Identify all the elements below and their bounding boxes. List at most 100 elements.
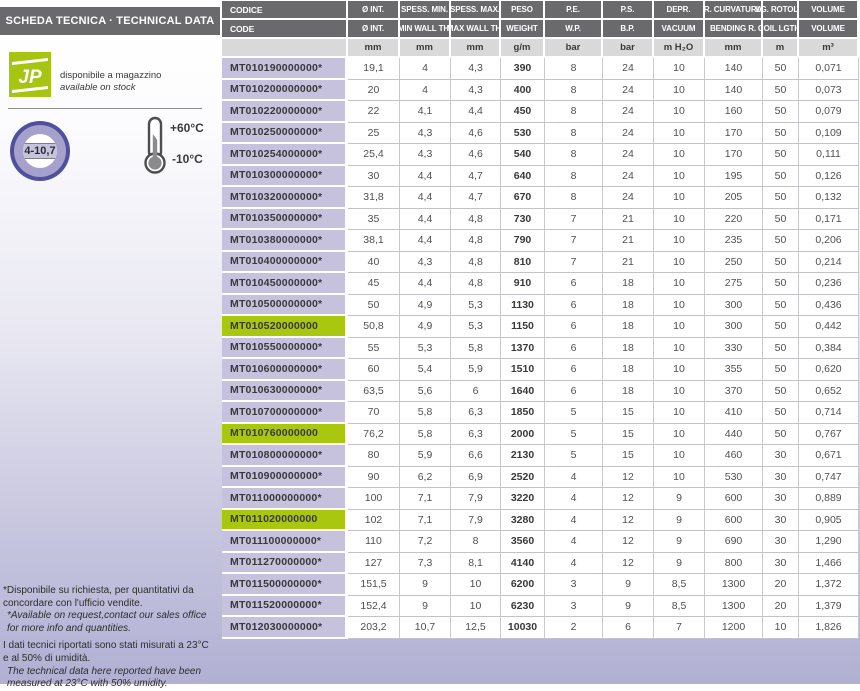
- value-cell: 9: [400, 574, 451, 596]
- value-cell: 30: [763, 510, 799, 532]
- value-cell: 6: [451, 381, 501, 403]
- value-cell: 0,126: [799, 166, 859, 188]
- column-header-en: W.P.: [545, 20, 603, 39]
- value-cell: 50: [763, 58, 799, 80]
- value-cell: 63,5: [348, 381, 400, 403]
- value-cell: 3220: [501, 488, 545, 510]
- value-cell: 30: [763, 445, 799, 467]
- value-cell: 170: [705, 144, 763, 166]
- value-cell: 390: [501, 58, 545, 80]
- code-cell: MT010400000000*: [222, 252, 348, 274]
- value-cell: 2520: [501, 467, 545, 489]
- column-unit: m³: [799, 39, 859, 58]
- value-cell: 0,073: [799, 80, 859, 102]
- value-cell: 9: [654, 531, 705, 553]
- column-header-it: LG. ROTOLO: [763, 1, 799, 20]
- value-cell: 25: [348, 123, 400, 145]
- value-cell: 12: [603, 531, 654, 553]
- table-row: MT011100000000*1107,2835604129690301,290: [222, 531, 860, 553]
- value-cell: 5: [545, 424, 603, 446]
- column-header-it: SPESS. MIN.: [400, 1, 451, 20]
- value-cell: 1,826: [799, 617, 859, 639]
- value-cell: 8: [545, 101, 603, 123]
- value-cell: 9: [654, 488, 705, 510]
- value-cell: 15: [603, 424, 654, 446]
- value-cell: 21: [603, 252, 654, 274]
- value-cell: 5,9: [451, 359, 501, 381]
- value-cell: 38,1: [348, 230, 400, 252]
- code-cell: MT010500000000*: [222, 295, 348, 317]
- value-cell: 4,9: [400, 316, 451, 338]
- value-cell: 18: [603, 316, 654, 338]
- value-cell: 440: [705, 424, 763, 446]
- value-cell: 24: [603, 144, 654, 166]
- value-cell: 8,5: [654, 574, 705, 596]
- table-row: MT010300000000*304,44,764082410195500,12…: [222, 166, 860, 188]
- table-units-row: mmmmmmg/mbarbarm H₂Ommmm³: [222, 39, 860, 58]
- stock-note-en: available on stock: [60, 82, 161, 94]
- value-cell: 1,372: [799, 574, 859, 596]
- value-cell: 8: [451, 531, 501, 553]
- value-cell: 0,171: [799, 209, 859, 231]
- value-cell: 50: [763, 230, 799, 252]
- value-cell: 4,6: [451, 123, 501, 145]
- value-cell: 25,4: [348, 144, 400, 166]
- stock-note: disponibile a magazzino available on sto…: [60, 56, 161, 93]
- value-cell: 12,5: [451, 617, 501, 639]
- value-cell: 24: [603, 101, 654, 123]
- value-cell: 170: [705, 123, 763, 145]
- value-cell: 8: [545, 187, 603, 209]
- table-body: MT010190000000*19,144,339082410140500,07…: [222, 58, 860, 639]
- value-cell: 6: [545, 338, 603, 360]
- divider-line: [8, 108, 202, 109]
- value-cell: 40: [348, 252, 400, 274]
- value-cell: 4,4: [451, 101, 501, 123]
- table-row: MT010250000000*254,34,653082410170500,10…: [222, 123, 860, 145]
- column-unit: [222, 39, 348, 58]
- value-cell: 600: [705, 488, 763, 510]
- value-cell: 15: [603, 402, 654, 424]
- thermometer-icon: [143, 116, 169, 179]
- value-cell: 1150: [501, 316, 545, 338]
- table-row: MT010700000000*705,86,3185051510410500,7…: [222, 402, 860, 424]
- value-cell: 6: [545, 273, 603, 295]
- code-cell: MT011020000000: [222, 510, 348, 532]
- value-cell: 55: [348, 338, 400, 360]
- value-cell: 6,3: [451, 402, 501, 424]
- value-cell: 0,671: [799, 445, 859, 467]
- column-header-it: P.E.: [545, 1, 603, 20]
- value-cell: 50: [763, 316, 799, 338]
- value-cell: 4,7: [451, 166, 501, 188]
- value-cell: 1850: [501, 402, 545, 424]
- value-cell: 0,206: [799, 230, 859, 252]
- value-cell: 35: [348, 209, 400, 231]
- value-cell: 9: [400, 596, 451, 618]
- value-cell: 8: [545, 166, 603, 188]
- value-cell: 2130: [501, 445, 545, 467]
- value-cell: 8: [545, 123, 603, 145]
- value-cell: 30: [763, 488, 799, 510]
- table-row: MT010190000000*19,144,339082410140500,07…: [222, 58, 860, 80]
- value-cell: 45: [348, 273, 400, 295]
- code-cell: MT010380000000*: [222, 230, 348, 252]
- svg-text:JP: JP: [18, 67, 42, 88]
- value-cell: 1,466: [799, 553, 859, 575]
- value-cell: 530: [705, 467, 763, 489]
- value-cell: 5: [545, 445, 603, 467]
- value-cell: 0,079: [799, 101, 859, 123]
- code-cell: MT010520000000: [222, 316, 348, 338]
- value-cell: 50: [763, 402, 799, 424]
- value-cell: 50: [763, 144, 799, 166]
- code-cell: MT010630000000*: [222, 381, 348, 403]
- value-cell: 10: [654, 230, 705, 252]
- value-cell: 640: [501, 166, 545, 188]
- value-cell: 0,889: [799, 488, 859, 510]
- value-cell: 540: [501, 144, 545, 166]
- value-cell: 152,4: [348, 596, 400, 618]
- value-cell: 1130: [501, 295, 545, 317]
- value-cell: 0,214: [799, 252, 859, 274]
- value-cell: 19,1: [348, 58, 400, 80]
- code-cell: MT010760000000: [222, 424, 348, 446]
- value-cell: 0,747: [799, 467, 859, 489]
- value-cell: 18: [603, 338, 654, 360]
